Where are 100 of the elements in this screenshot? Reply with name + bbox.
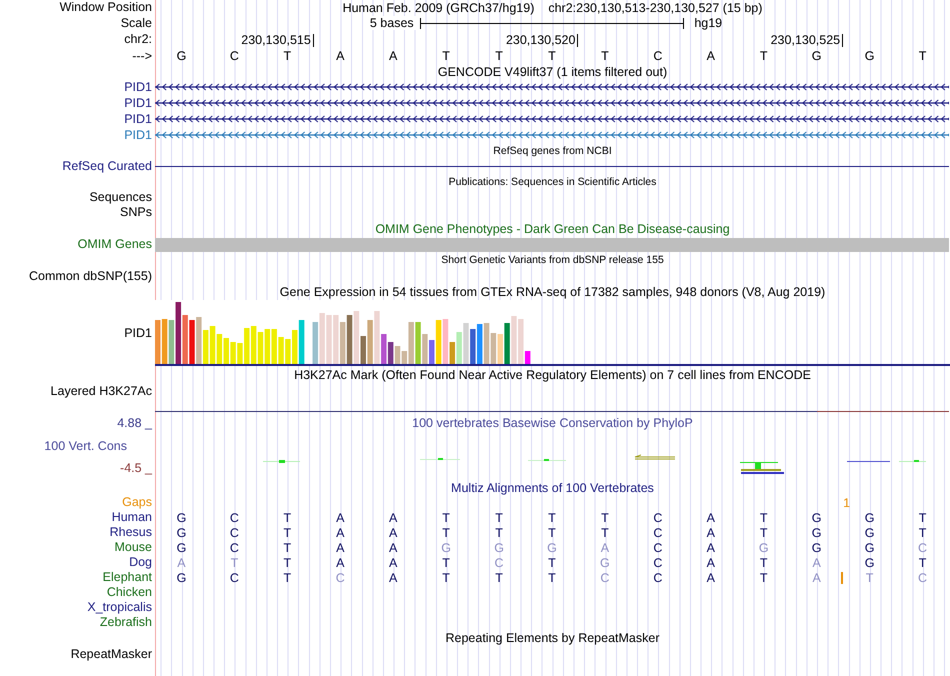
aligned-base: T [441,570,451,584]
species-label[interactable]: X_tropicalis [87,601,152,614]
track-label[interactable]: SNPs [120,206,152,219]
aligned-base: T [282,510,292,524]
base-letter: T [282,49,292,63]
track-title: RefSeq genes from NCBI [493,144,612,156]
track-label[interactable]: OMIM Genes [78,238,152,251]
aligned-base: A [335,510,346,524]
aligned-base: T [441,526,451,540]
aligned-base: T [282,526,292,540]
aligned-base: T [918,510,928,524]
aligned-base: A [388,540,398,554]
assembly-name: hg19 [693,16,722,30]
aligned-base: A [335,540,346,554]
aligned-base: A [706,526,716,540]
aligned-base: T [547,570,557,584]
aligned-base: T [918,526,928,540]
aligned-base: T [282,556,292,570]
aligned-base: C [494,556,505,570]
gene-label[interactable]: PID1 [124,80,152,94]
track-label[interactable]: PID1 [124,326,152,340]
base-letter: G [864,49,876,63]
assembly-title: Human Feb. 2009 (GRCh37/hg19) [342,0,534,14]
track-title: Publications: Sequences in Scientific Articles [448,176,656,188]
aligned-base: T [758,526,769,540]
aligned-base: G [864,540,876,554]
aligned-base: T [494,570,504,584]
aligned-base: A [706,540,716,554]
aligned-base: T [600,510,610,524]
base-letter: C [652,49,664,63]
track-label[interactable]: Sequences [89,191,152,204]
base-letter: C [228,49,240,63]
aligned-base: G [864,526,876,540]
species-label[interactable]: Human [112,511,152,524]
aligned-base: C [917,570,928,584]
gap-count: 1 [843,496,850,510]
aligned-base: G [864,556,876,570]
species-label[interactable]: Chicken [106,586,152,599]
aligned-base: A [600,540,610,554]
track-label: chr2: [124,33,152,46]
track-label[interactable]: 100 Vert. Cons [44,440,152,452]
aligned-base: T [282,540,292,554]
base-letter: T [758,49,769,63]
base-letter: A [388,49,398,63]
axis-max-label: 4.88 _ [117,417,152,430]
aligned-base: G [176,526,188,540]
base-letter: A [335,49,346,63]
aligned-base: C [652,556,664,570]
aligned-base: G [864,510,876,524]
track-label[interactable]: RepeatMasker [70,648,152,660]
aligned-base: T [864,570,874,584]
aligned-base: G [546,540,558,554]
aligned-base: T [547,526,557,540]
aligned-base: T [918,556,928,570]
aligned-base: C [228,570,240,584]
gene-label[interactable]: PID1 [124,112,152,126]
base-letter: T [494,49,504,63]
track-title: 100 vertebrates Basewise Conservation by PhyloP [412,416,693,430]
gene-label[interactable]: PID1 [124,128,152,142]
aligned-base: T [547,556,557,570]
axis-min-label: -4.5 _ [120,462,152,474]
aligned-base: T [758,570,769,584]
aligned-base: T [547,510,557,524]
aligned-base: T [494,510,504,524]
aligned-base: G [599,556,611,570]
position-text: chr2:230,130,513-230,130,527 (15 bp) [548,0,762,14]
base-letter: T [547,49,557,63]
track-title: Short Genetic Variants from dbSNP release 155 [441,254,664,266]
aligned-base: A [388,570,398,584]
base-letter: T [600,49,610,63]
track-label[interactable]: Common dbSNP(155) [29,270,152,282]
aligned-base: G [176,540,188,554]
gene-label[interactable]: PID1 [124,96,152,110]
aligned-base: A [176,556,187,570]
base-letter: T [441,49,451,63]
coordinate-label: 230,130,525 [770,34,844,47]
aligned-base: G [810,510,823,524]
aligned-base: A [388,556,398,570]
aligned-base: C [334,570,346,584]
aligned-base: T [758,510,769,524]
aligned-base: G [440,540,452,554]
track-title: H3K27Ac Mark (Often Found Near Active Regulatory Elements) on 7 cell lines from ENCODE [294,368,811,382]
coordinate-label: 230,130,520 [506,34,578,47]
species-label[interactable]: Dog [129,556,152,569]
species-label[interactable]: Elephant [102,571,152,584]
species-label[interactable]: Mouse [114,541,152,554]
track-label: ---> [132,50,152,62]
aligned-base: G [176,510,188,524]
aligned-base: G [176,570,188,584]
aligned-base: T [282,570,292,584]
aligned-base: C [599,570,610,584]
aligned-base: T [494,526,504,540]
track-label[interactable]: RefSeq Curated [62,160,152,172]
track-title: Gene Expression in 54 tissues from GTEx RNA-seq of 17382 samples, 948 donors (V8, Aug 2019) [280,285,826,299]
track-label[interactable]: Layered H3K27Ac [50,384,152,398]
species-label[interactable]: Rhesus [110,526,152,539]
aligned-base: G [810,540,823,554]
species-label[interactable]: Zebrafish [100,616,152,629]
aligned-base: T [441,556,451,570]
aligned-base: A [706,556,716,570]
